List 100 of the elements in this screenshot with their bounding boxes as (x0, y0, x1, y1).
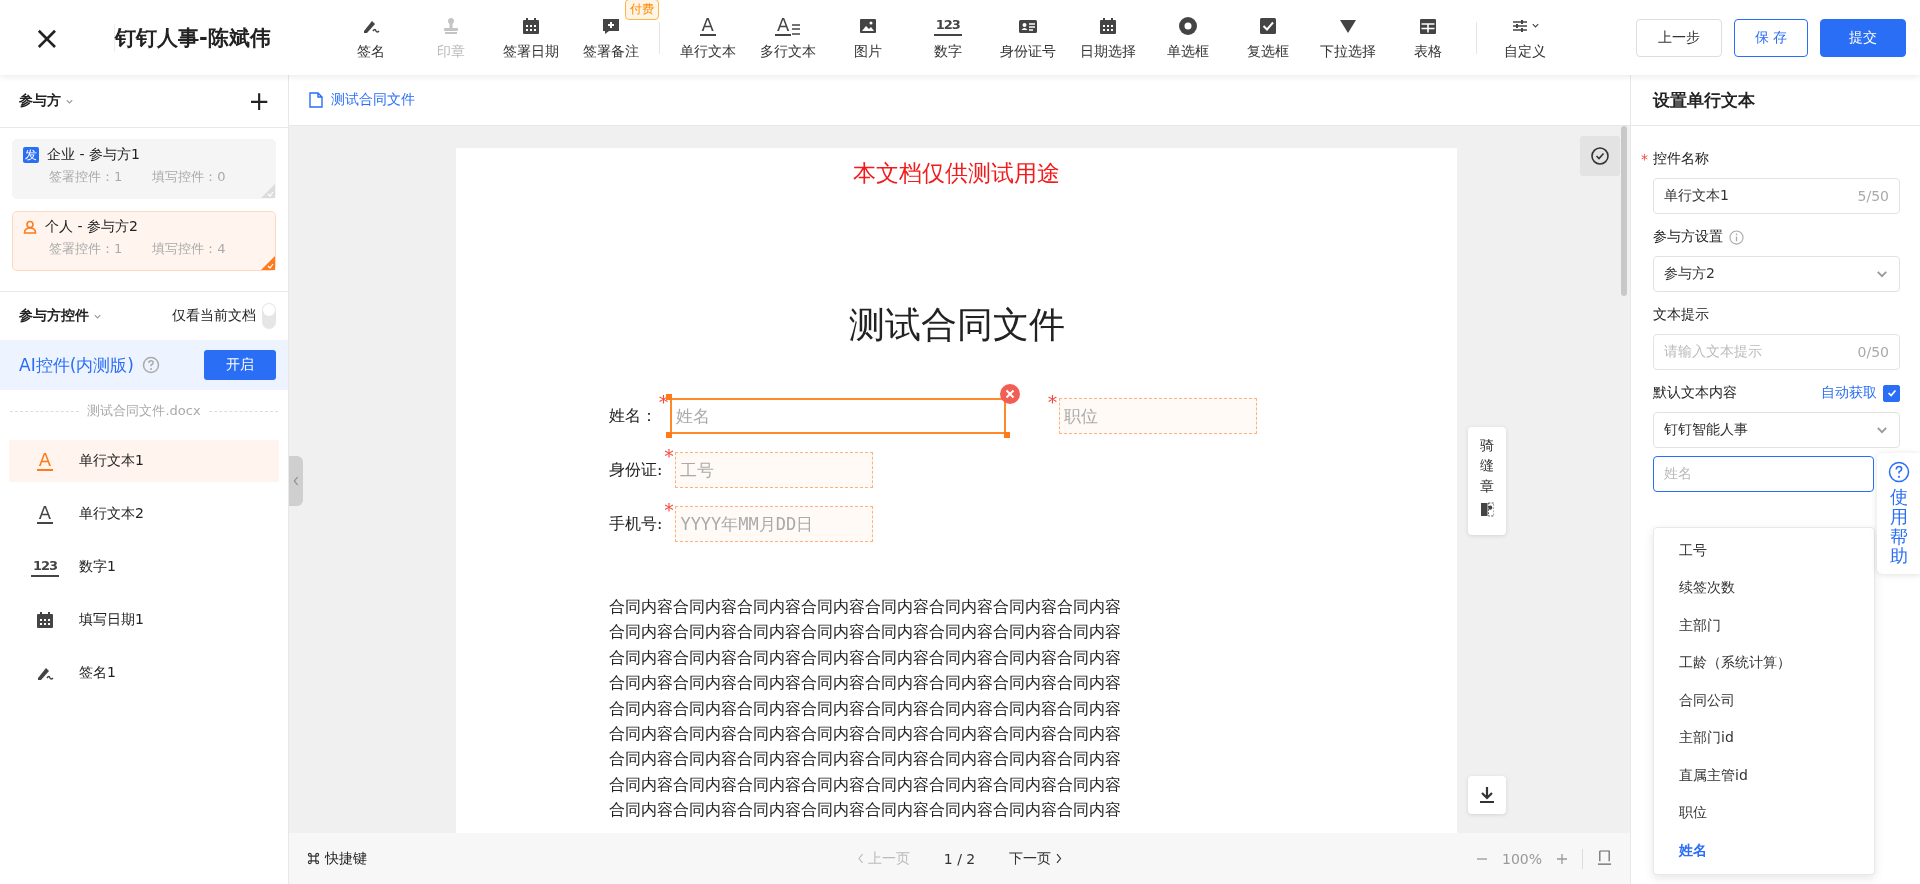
check-corner-icon (261, 256, 275, 270)
calendar-icon (520, 15, 541, 36)
dropdown-option[interactable]: 主部门id (1654, 719, 1874, 757)
panel-title: 设置单行文本 (1631, 75, 1920, 126)
section-title[interactable]: 参与方控件 (19, 307, 102, 325)
close-button[interactable]: × (32, 19, 62, 56)
required-mark: * (1048, 392, 1057, 413)
source-select[interactable]: 钉钉智能人事 (1653, 412, 1900, 448)
name-input[interactable]: 单行文本1 5/50 (1653, 178, 1900, 214)
action-button[interactable]: 提交 (1820, 18, 1906, 57)
field-label: 身份证: (609, 459, 663, 481)
chevron-right-icon (1055, 853, 1063, 864)
toolbar-button[interactable]: 123 数字 (907, 14, 988, 61)
lines-icon (792, 23, 801, 35)
auto-fetch-link[interactable]: 自动获取 (1821, 384, 1877, 402)
section-title[interactable]: 参与方 (19, 92, 74, 110)
check-icon (1885, 387, 1898, 399)
resize-handle[interactable] (666, 394, 672, 400)
toolbar-button[interactable]: A 多行文本 (747, 14, 828, 61)
control-name: 填写日期1 (79, 611, 144, 629)
sign-count: 签署控件：1 (49, 240, 123, 258)
control-item[interactable]: 填写日期1 (9, 599, 279, 641)
dropdown-option[interactable]: 主部门 (1654, 607, 1874, 645)
body-text: 合同内容合同内容合同内容合同内容合同内容合同内容合同内容合同内容 (609, 697, 1122, 720)
zoom-in-icon[interactable] (1556, 852, 1568, 865)
calendar-icon (1097, 15, 1118, 36)
body-text: 合同内容合同内容合同内容合同内容合同内容合同内容合同内容合同内容 (609, 748, 1122, 771)
party-card[interactable]: 个人 - 参与方2 签署控件：1 填写控件：4 (12, 211, 276, 271)
char-count: 0/50 (1857, 344, 1889, 360)
file-name: 测试合同文件.docx (87, 402, 201, 420)
control-item[interactable]: A 单行文本2 (9, 493, 279, 535)
calendar-icon (35, 610, 55, 630)
party-name: 企业 - 参与方1 (47, 146, 140, 164)
control-item[interactable]: A 单行文本1 (9, 440, 279, 482)
toolbar-button[interactable]: 表格 (1387, 14, 1468, 61)
body-text: 合同内容合同内容合同内容合同内容合同内容合同内容合同内容合同内容 (609, 672, 1122, 695)
auto-fetch-checkbox[interactable] (1883, 384, 1900, 402)
dropdown-option[interactable]: 姓名 (1654, 832, 1874, 870)
seal-tab[interactable]: 骑缝章 (1468, 427, 1506, 535)
party-name: 个人 - 参与方2 (45, 218, 138, 236)
chevron-left-icon (856, 853, 864, 864)
control-item[interactable]: 签名1 (9, 652, 279, 694)
dropdown-option[interactable]: 直属主管id (1654, 757, 1874, 795)
body-text: 合同内容合同内容合同内容合同内容合同内容合同内容合同内容合同内容 (609, 621, 1122, 644)
delete-icon[interactable] (1000, 384, 1020, 404)
toolbar-button[interactable]: 签名 (330, 14, 411, 61)
required-mark: * (659, 392, 668, 413)
toolbar-button[interactable]: 下拉选择 (1307, 14, 1388, 61)
seal-icon (1480, 501, 1494, 517)
scrollbar[interactable] (1621, 126, 1627, 296)
field-label: 控件名称 (1653, 150, 1709, 168)
toolbar-button[interactable]: 身份证号 (987, 14, 1068, 61)
resize-handle[interactable] (1004, 432, 1010, 438)
chevron-left-icon (292, 475, 300, 487)
toolbar-button[interactable]: 单选框 (1147, 14, 1228, 61)
sign-count: 签署控件：1 (49, 168, 123, 186)
body-text: 合同内容合同内容合同内容合同内容合同内容合同内容合同内容合同内容 (609, 646, 1122, 669)
required-mark: * (664, 446, 674, 467)
radio-icon (1177, 15, 1198, 36)
collapse-handle[interactable] (289, 456, 303, 506)
dropdown-option[interactable]: 职位 (1654, 794, 1874, 832)
toggle-switch[interactable] (262, 303, 276, 329)
action-button[interactable]: 上一步 (1636, 18, 1722, 57)
party-select[interactable]: 参与方2 (1653, 256, 1900, 292)
required-mark: * (664, 500, 674, 521)
control-name: 单行文本1 (79, 452, 144, 470)
toolbar-button[interactable]: 日期选择 (1067, 14, 1148, 61)
info-icon (1729, 229, 1744, 245)
fill-count: 填写控件：0 (152, 168, 226, 186)
dropdown-option[interactable]: 工龄（系统计算） (1654, 644, 1874, 682)
document-icon (309, 92, 323, 108)
toolbar-button[interactable]: 签署日期 (490, 14, 571, 61)
action-button[interactable]: 保 存 (1734, 18, 1808, 57)
shortcuts-button[interactable]: 快捷键 (307, 849, 367, 868)
command-icon (307, 852, 320, 865)
fill-count: 填写控件：4 (152, 240, 226, 258)
next-page-button[interactable]: 下一页 (1009, 849, 1063, 868)
add-button[interactable]: + (248, 89, 270, 113)
dropdown-option[interactable]: 续签次数 (1654, 569, 1874, 607)
toolbar-button[interactable]: 复选框 (1227, 14, 1308, 61)
control-item[interactable]: 123 数字1 (9, 546, 279, 588)
zoom-level: 100% (1501, 850, 1542, 867)
fit-page-icon[interactable] (1597, 850, 1612, 867)
field-label: 姓名： (609, 405, 657, 427)
party-card[interactable]: 发 企业 - 参与方1 签署控件：1 填写控件：0 (12, 139, 276, 199)
download-icon (1477, 785, 1497, 805)
toolbar-button[interactable]: 自定义 (1484, 14, 1565, 61)
help-tab[interactable]: 使用帮助 (1877, 453, 1920, 575)
document-tab[interactable]: 测试合同文件 (309, 91, 415, 109)
enable-button[interactable]: 开启 (204, 350, 276, 380)
dropdown-option[interactable]: 合同公司 (1654, 682, 1874, 720)
dropdown-option[interactable]: 工号 (1654, 532, 1874, 570)
toolbar-button[interactable]: A 单行文本 (667, 14, 748, 61)
resize-handle[interactable] (666, 432, 672, 438)
download-button[interactable] (1468, 776, 1506, 814)
toolbar-button[interactable]: 图片 (827, 14, 908, 61)
field-label: 文本提示 (1653, 306, 1709, 324)
check-button[interactable] (1580, 136, 1620, 176)
field-label: 手机号: (609, 513, 663, 535)
check-corner-icon (261, 184, 275, 198)
